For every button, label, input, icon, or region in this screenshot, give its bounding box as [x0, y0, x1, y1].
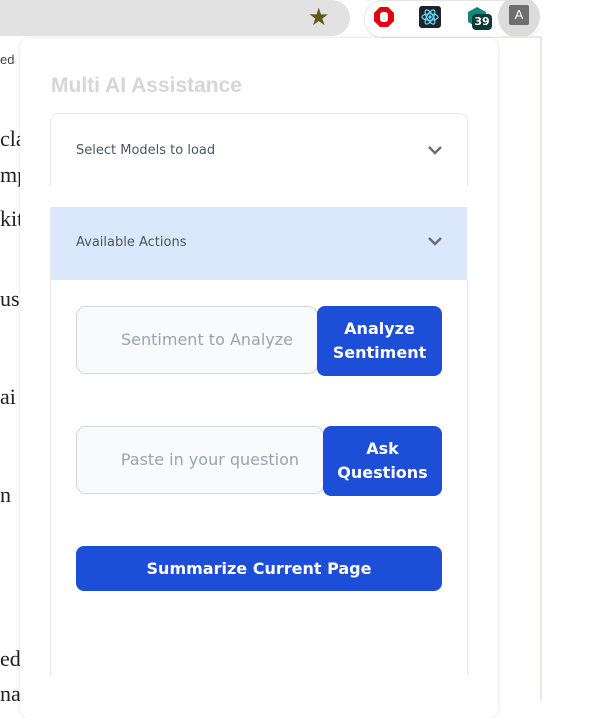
bg-text: ai	[0, 384, 16, 409]
divider	[500, 36, 542, 38]
chevron-down-icon[interactable]	[427, 142, 443, 158]
accordion: Select Models to load Available Actions …	[50, 113, 468, 713]
accordion-header-select-models[interactable]: Select Models to load	[50, 113, 468, 186]
divider	[540, 36, 542, 701]
react-devtools-icon[interactable]	[419, 6, 441, 28]
extension-badge: 39	[472, 14, 492, 30]
sentiment-input[interactable]	[76, 306, 318, 374]
browser-toolbar: ★ 39 A	[0, 0, 603, 38]
bg-text: mp	[0, 162, 20, 187]
bg-text: ed	[0, 646, 20, 671]
bg-text: n	[0, 482, 11, 507]
popup-title: Multi AI Assistance	[51, 74, 242, 97]
available-actions-panel: Analyze Sentiment Ask Questions Summariz…	[50, 280, 468, 675]
summarize-page-button[interactable]: Summarize Current Page	[76, 546, 442, 591]
ask-questions-button[interactable]: Ask Questions	[323, 426, 442, 496]
accordion-label: Available Actions	[76, 235, 187, 250]
bg-text: na	[0, 681, 20, 701]
background-page: ed cla mp kit usi ai n ed na	[0, 36, 20, 701]
bg-text: ed	[0, 52, 15, 67]
analyze-sentiment-button[interactable]: Analyze Sentiment	[317, 306, 442, 376]
avatar[interactable]: A	[509, 5, 529, 25]
address-bar[interactable]	[0, 0, 350, 36]
bg-text: usi	[0, 286, 20, 311]
extension-popup: Multi AI Assistance Select Models to loa…	[20, 38, 498, 718]
chevron-down-icon[interactable]	[427, 233, 443, 249]
accordion-label: Select Models to load	[76, 143, 216, 158]
question-row: Ask Questions	[76, 426, 442, 496]
bg-text: kit	[0, 206, 20, 231]
question-input[interactable]	[76, 426, 324, 494]
bookmark-star-icon[interactable]: ★	[308, 4, 330, 32]
bg-text: cla	[0, 126, 20, 151]
adblock-icon[interactable]	[373, 6, 395, 28]
sentiment-row: Analyze Sentiment	[76, 306, 442, 376]
accordion-header-available-actions[interactable]: Available Actions	[50, 207, 467, 280]
